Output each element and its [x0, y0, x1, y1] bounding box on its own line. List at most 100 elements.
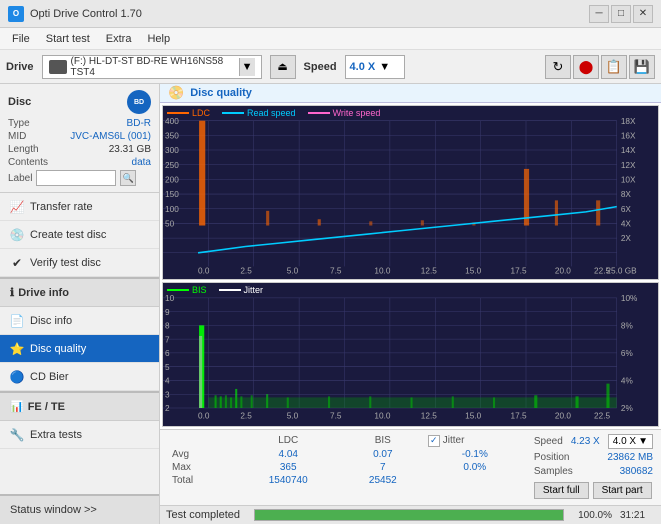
verify-test-disc-icon: ✔	[10, 256, 24, 270]
copy-button[interactable]: 📋	[601, 55, 627, 79]
svg-text:12.5: 12.5	[421, 410, 437, 420]
svg-text:14X: 14X	[621, 145, 636, 155]
menu-file[interactable]: File	[4, 31, 38, 47]
nav-section-fe-te[interactable]: 📊 FE / TE	[0, 391, 159, 421]
svg-text:3: 3	[165, 389, 170, 399]
samples-row: Samples 380682	[534, 466, 653, 477]
app-icon: O	[8, 6, 24, 22]
bottom-chart-svg: 10 9 8 7 6 5 4 3 2 10% 8% 6% 4% 2% 0.0	[163, 283, 658, 426]
charts-area: LDC Read speed Write speed	[160, 103, 661, 429]
chart-header-icon: 📀	[168, 85, 184, 101]
start-full-button[interactable]: Start full	[534, 482, 589, 499]
status-window-button[interactable]: Status window >>	[0, 494, 159, 524]
time-display: 31:21	[620, 510, 655, 521]
drive-selector[interactable]: (F:) HL-DT-ST BD-RE WH16NS58 TST4 ▼	[42, 55, 262, 79]
nav-item-disc-info[interactable]: 📄 Disc info	[0, 307, 159, 335]
speed-value: 4.0 X	[350, 61, 376, 73]
maximize-button[interactable]: □	[611, 5, 631, 23]
save-button[interactable]: 💾	[629, 55, 655, 79]
nav-item-verify-test-disc[interactable]: ✔ Verify test disc	[0, 249, 159, 277]
speed-set-value: 4.0 X	[613, 436, 636, 447]
speed-selector[interactable]: 4.0 X ▼	[345, 55, 405, 79]
svg-text:100: 100	[165, 204, 179, 214]
disc-search-button[interactable]: 🔍	[120, 170, 136, 186]
svg-text:2: 2	[165, 403, 170, 413]
create-test-disc-icon: 💿	[10, 228, 24, 242]
svg-text:2.5: 2.5	[240, 266, 252, 276]
svg-text:25.0 GB: 25.0 GB	[606, 266, 637, 276]
refresh-button[interactable]: ↻	[545, 55, 571, 79]
drive-dropdown-arrow[interactable]: ▼	[239, 58, 255, 76]
svg-text:17.5: 17.5	[511, 410, 527, 420]
close-button[interactable]: ✕	[633, 5, 653, 23]
speed-set-selector[interactable]: 4.0 X ▼	[608, 434, 653, 449]
menubar: File Start test Extra Help	[0, 28, 661, 50]
right-panel: 📀 Disc quality LDC Read speed	[160, 84, 661, 524]
nav-item-extra-tests[interactable]: 🔧 Extra tests	[0, 421, 159, 449]
legend-jitter: Jitter	[219, 285, 264, 295]
disc-label-label: Label	[8, 173, 32, 184]
bottom-chart: BIS Jitter	[162, 282, 659, 427]
svg-text:250: 250	[165, 160, 179, 170]
eject-button[interactable]: ⏏	[270, 55, 296, 79]
nav-item-cd-bier[interactable]: 🔵 CD Bier	[0, 363, 159, 391]
position-row: Position 23862 MB	[534, 452, 653, 463]
total-bis: 25452	[342, 474, 424, 487]
svg-text:12.5: 12.5	[421, 266, 437, 276]
max-ldc: 365	[235, 461, 342, 474]
col-bis-header: BIS	[342, 434, 424, 448]
disc-type-value: BD-R	[127, 118, 151, 129]
menu-extra[interactable]: Extra	[98, 31, 140, 47]
svg-text:6: 6	[165, 348, 170, 358]
svg-text:2X: 2X	[621, 233, 632, 243]
disc-type-label: Type	[8, 118, 30, 129]
nav-item-disc-quality[interactable]: ⭐ Disc quality	[0, 335, 159, 363]
start-part-button[interactable]: Start part	[593, 482, 652, 499]
svg-text:2.5: 2.5	[240, 410, 252, 420]
erase-button[interactable]: ⬤	[573, 55, 599, 79]
total-ldc: 1540740	[235, 474, 342, 487]
nav-item-label-extra-tests: Extra tests	[30, 429, 82, 441]
speed-dropdown-arrow[interactable]: ▼	[379, 61, 390, 73]
titlebar: O Opti Drive Control 1.70 ─ □ ✕	[0, 0, 661, 28]
svg-text:7.5: 7.5	[330, 266, 342, 276]
jitter-label: Jitter	[443, 435, 465, 446]
svg-text:50: 50	[165, 218, 175, 228]
svg-text:300: 300	[165, 145, 179, 155]
avg-bis: 0.07	[342, 448, 424, 461]
disc-label-input[interactable]	[36, 170, 116, 186]
menu-help[interactable]: Help	[139, 31, 178, 47]
legend-read-speed-label: Read speed	[247, 108, 296, 118]
top-chart: LDC Read speed Write speed	[162, 105, 659, 280]
row-total-label: Total	[168, 474, 235, 487]
nav-item-transfer-rate[interactable]: 📈 Transfer rate	[0, 193, 159, 221]
svg-text:7.5: 7.5	[330, 410, 342, 420]
progress-bar-container	[254, 509, 564, 521]
avg-jitter: -0.1%	[424, 448, 526, 461]
svg-text:6%: 6%	[621, 348, 633, 358]
ldc-legend-color	[167, 112, 189, 114]
avg-ldc: 4.04	[235, 448, 342, 461]
speed-label: Speed	[304, 61, 337, 73]
svg-text:18X: 18X	[621, 116, 636, 126]
nav-items: 📈 Transfer rate 💿 Create test disc ✔ Ver…	[0, 193, 159, 494]
nav-item-label-cd-bier: CD Bier	[30, 371, 69, 383]
svg-text:5.0: 5.0	[287, 410, 299, 420]
progress-label: 100.0%	[572, 510, 612, 521]
svg-text:2%: 2%	[621, 403, 633, 413]
svg-text:16X: 16X	[621, 130, 636, 140]
svg-text:9: 9	[165, 307, 170, 317]
nav-section-drive-info[interactable]: ℹ Drive info	[0, 277, 159, 307]
fe-te-icon: 📊	[10, 400, 24, 413]
jitter-checkbox-row[interactable]: ✓ Jitter	[428, 435, 522, 447]
svg-text:6X: 6X	[621, 204, 632, 214]
nav-item-label-transfer-rate: Transfer rate	[30, 201, 93, 213]
menu-start-test[interactable]: Start test	[38, 31, 98, 47]
bottom-statusbar: Test completed 100.0% 31:21	[160, 505, 661, 524]
minimize-button[interactable]: ─	[589, 5, 609, 23]
jitter-checkbox[interactable]: ✓	[428, 435, 440, 447]
nav-item-label-disc-info: Disc info	[30, 315, 72, 327]
svg-text:7: 7	[165, 334, 170, 344]
nav-item-create-test-disc[interactable]: 💿 Create test disc	[0, 221, 159, 249]
disc-mid-label: MID	[8, 131, 26, 142]
